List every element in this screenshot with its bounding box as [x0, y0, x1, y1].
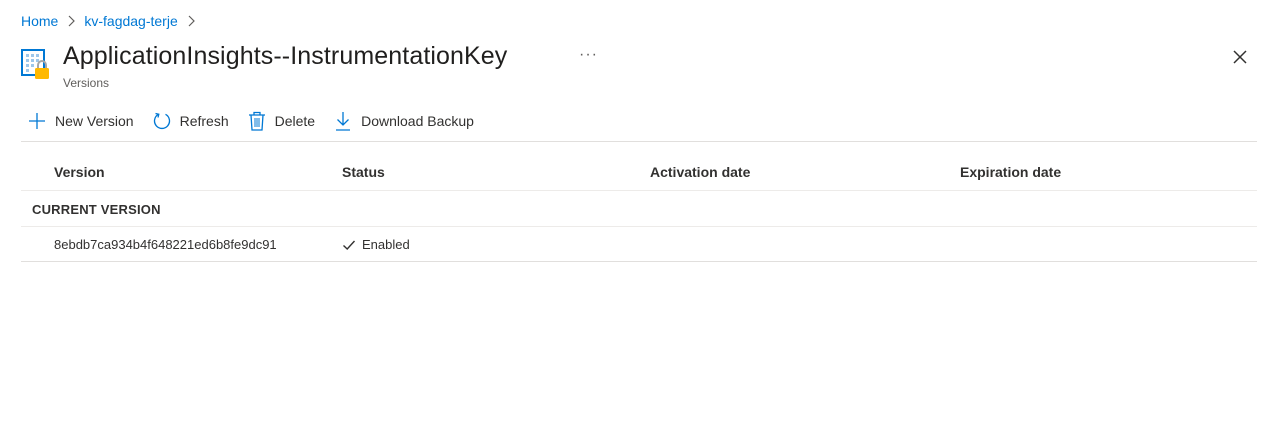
plus-icon — [27, 111, 47, 131]
column-header-version[interactable]: Version — [54, 164, 105, 180]
breadcrumb-home[interactable]: Home — [21, 13, 58, 29]
version-id-link[interactable]: 8ebdb7ca934b4f648221ed6b8fe9dc91 — [54, 237, 277, 252]
new-version-button[interactable]: New Version — [27, 108, 134, 134]
breadcrumb-key-vault[interactable]: kv-fagdag-terje — [84, 13, 177, 29]
group-label: CURRENT VERSION — [32, 202, 161, 217]
column-header-status[interactable]: Status — [342, 164, 385, 180]
page-subtitle: Versions — [63, 76, 110, 90]
delete-button[interactable]: Delete — [247, 108, 315, 134]
versions-table: Version Status Activation date Expiratio… — [21, 142, 1257, 262]
chevron-right-icon — [67, 15, 76, 27]
more-options-icon[interactable]: ··· — [579, 46, 598, 64]
status-cell: Enabled — [342, 237, 410, 252]
key-vault-secret-icon — [21, 48, 53, 80]
group-header-current-version: CURRENT VERSION — [21, 191, 1257, 227]
page-title: ApplicationInsights--InstrumentationKey — [63, 42, 508, 70]
checkmark-icon — [342, 238, 356, 252]
new-version-label: New Version — [55, 113, 134, 129]
command-bar: New Version Refresh Delete Download Back… — [21, 108, 492, 134]
download-icon — [333, 111, 353, 131]
download-backup-label: Download Backup — [361, 113, 474, 129]
breadcrumb: Home kv-fagdag-terje — [21, 11, 204, 31]
refresh-label: Refresh — [179, 113, 229, 129]
table-row[interactable]: 8ebdb7ca934b4f648221ed6b8fe9dc91 Enabled — [21, 227, 1257, 262]
column-header-expiration-date[interactable]: Expiration date — [960, 164, 1061, 180]
download-backup-button[interactable]: Download Backup — [333, 108, 474, 134]
refresh-icon — [152, 111, 172, 131]
status-text: Enabled — [362, 237, 410, 252]
delete-label: Delete — [274, 113, 316, 129]
page-header: ApplicationInsights--InstrumentationKey … — [21, 42, 1257, 92]
chevron-right-icon — [187, 15, 195, 27]
trash-icon — [247, 111, 267, 131]
column-header-activation-date[interactable]: Activation date — [650, 164, 750, 180]
table-header-row: Version Status Activation date Expiratio… — [21, 142, 1257, 191]
close-icon[interactable] — [1231, 48, 1249, 66]
refresh-button[interactable]: Refresh — [152, 108, 229, 134]
